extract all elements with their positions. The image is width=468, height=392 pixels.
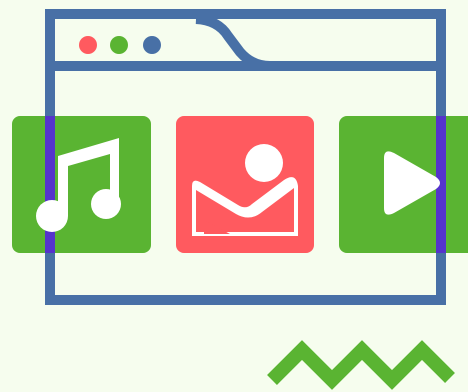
music-tile-frame-overlap xyxy=(45,116,55,253)
video-tile xyxy=(339,116,468,253)
close-dot xyxy=(79,36,97,54)
music-tile xyxy=(12,116,151,253)
music-tile-background xyxy=(12,116,151,253)
image-tile xyxy=(176,116,314,253)
media-browser-illustration xyxy=(0,0,468,392)
minimize-dot xyxy=(110,36,128,54)
maximize-dot xyxy=(143,36,161,54)
